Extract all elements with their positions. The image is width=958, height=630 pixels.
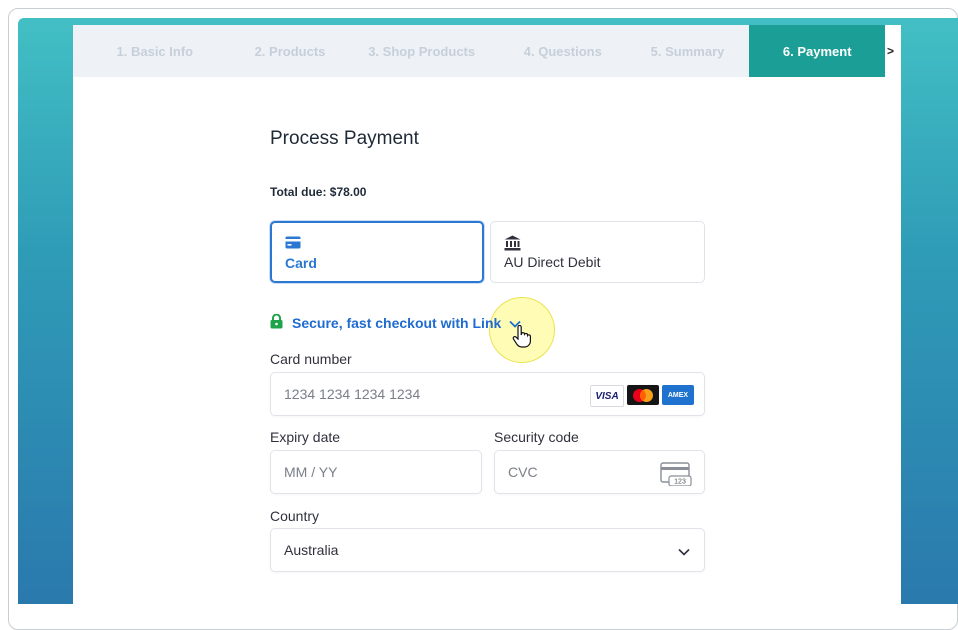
country-value: Australia [284, 542, 339, 558]
step-summary[interactable]: 5. Summary [626, 25, 750, 77]
visa-logo: VISA [590, 385, 624, 407]
expiry-date-label: Expiry date [270, 429, 341, 445]
cvc-icon-digits: 123 [674, 479, 686, 486]
card-number-label: Card number [270, 351, 352, 367]
cvc-placeholder: CVC [508, 464, 538, 480]
payment-method-debit-label: AU Direct Debit [504, 254, 601, 270]
card-number-input[interactable]: 1234 1234 1234 1234 VISA AMEX [270, 372, 705, 416]
card-brands: VISA AMEX [590, 385, 694, 407]
total-due: Total due: $78.00 [270, 185, 367, 199]
security-code-label: Security code [494, 429, 579, 445]
progress-steps: 1. Basic Info 2. Products 3. Shop Produc… [73, 25, 902, 77]
step-basic-info[interactable]: 1. Basic Info [73, 25, 237, 77]
hand-cursor-icon [512, 324, 532, 354]
link-checkout-toggle[interactable]: Secure, fast checkout with Link [270, 313, 521, 332]
security-code-input[interactable]: CVC 123 [494, 450, 705, 494]
step-products[interactable]: 2. Products [237, 25, 344, 77]
payment-method-card[interactable]: Card [270, 221, 484, 283]
steps-more-arrow[interactable]: > [885, 25, 902, 77]
page-title: Process Payment [270, 128, 419, 149]
payment-method-au-direct-debit[interactable]: AU Direct Debit [490, 221, 705, 283]
expiry-date-input[interactable]: MM / YY [270, 450, 482, 494]
link-checkout-label: Secure, fast checkout with Link [292, 315, 502, 331]
lock-icon [270, 313, 283, 332]
expiry-placeholder: MM / YY [284, 464, 338, 480]
amex-logo: AMEX [662, 385, 694, 405]
chevron-down-icon [678, 543, 690, 561]
step-payment[interactable]: 6. Payment [749, 25, 886, 77]
country-select[interactable]: Australia [270, 528, 705, 572]
step-questions[interactable]: 4. Questions [500, 25, 626, 77]
credit-card-icon [285, 236, 469, 252]
payment-method-card-label: Card [285, 255, 317, 271]
mastercard-logo [627, 385, 659, 405]
bank-icon [504, 235, 691, 251]
cvc-card-icon: 123 [660, 462, 692, 491]
card-number-placeholder: 1234 1234 1234 1234 [284, 386, 421, 402]
step-shop-products[interactable]: 3. Shop Products [343, 25, 500, 77]
country-label: Country [270, 508, 320, 524]
